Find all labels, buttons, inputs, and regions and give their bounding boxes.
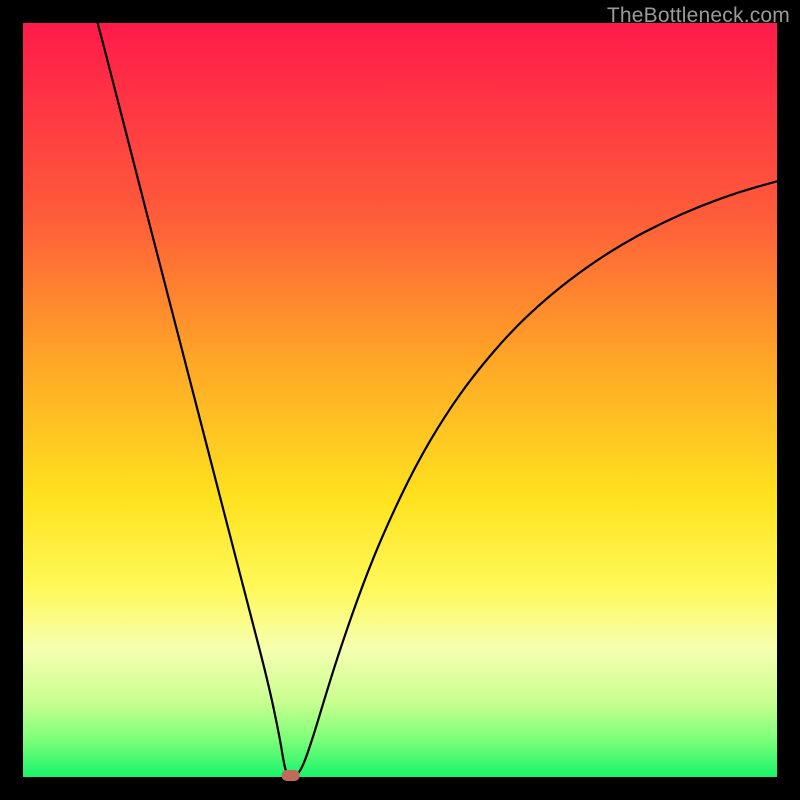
chart-svg bbox=[23, 23, 777, 777]
plot-area bbox=[23, 23, 777, 777]
chart-stage: TheBottleneck.com bbox=[0, 0, 800, 800]
bottleneck-curve bbox=[98, 23, 777, 777]
watermark-text: TheBottleneck.com bbox=[607, 4, 790, 28]
minimum-marker bbox=[282, 770, 300, 781]
